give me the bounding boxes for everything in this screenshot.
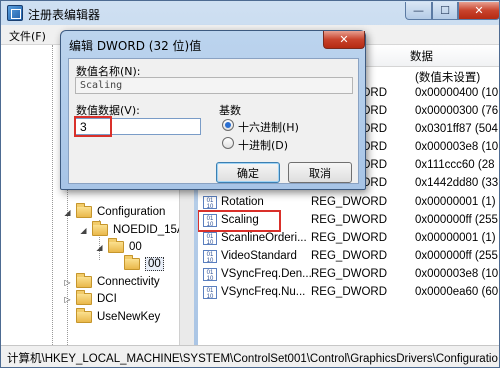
dialog-title: 编辑 DWORD (32 位)值 bbox=[69, 39, 202, 53]
hex-radio-label[interactable]: 十六进制(H) bbox=[238, 119, 299, 135]
collapse-icon[interactable]: ◢ bbox=[63, 208, 72, 217]
tree-item-label: NOEDID_15AI bbox=[113, 224, 188, 236]
registry-editor-icon bbox=[7, 5, 23, 21]
tree-item-connectivity[interactable]: ▷ Connectivity bbox=[63, 273, 160, 291]
value-name: VideoStandard bbox=[221, 250, 297, 262]
scaling-highlight-box bbox=[198, 210, 281, 232]
value-type: REG_DWORD bbox=[311, 250, 388, 262]
tree-item-label: DCI bbox=[97, 293, 117, 305]
value-data: 0x0301ff87 (504 bbox=[415, 123, 498, 135]
tree-item-configuration[interactable]: ◢ Configuration bbox=[63, 203, 165, 221]
collapse-icon[interactable]: ◢ bbox=[95, 243, 104, 252]
base-group-label: 基数 bbox=[219, 104, 241, 117]
value-type: REG_DWORD bbox=[311, 232, 388, 244]
folder-icon bbox=[76, 308, 92, 323]
value-data: 0x000000ff (255 bbox=[415, 214, 498, 226]
maximize-button[interactable]: ☐ bbox=[432, 2, 458, 20]
cancel-button[interactable]: 取消 bbox=[288, 162, 352, 183]
value-data: 0x00000001 (1) bbox=[415, 196, 496, 208]
title-bar[interactable]: 注册表编辑器 — ☐ ✕ bbox=[1, 1, 500, 25]
tree-item-label: Configuration bbox=[97, 206, 166, 218]
dword-value-icon: 01 10 bbox=[203, 286, 217, 300]
tree-item-usenewkey[interactable]: UseNewKey bbox=[76, 308, 160, 326]
dword-value-icon: 01 10 bbox=[203, 250, 217, 264]
value-data: 0x000003e8 (10 bbox=[415, 268, 499, 280]
column-header-data[interactable]: 数据 bbox=[404, 45, 499, 67]
expand-icon[interactable]: ▷ bbox=[63, 278, 72, 287]
tree-item-label: 00 bbox=[145, 257, 164, 271]
tree-item-noedid[interactable]: ◢ NOEDID_15AI bbox=[79, 221, 188, 239]
value-data: 0x00000300 (76 bbox=[415, 105, 499, 117]
close-button[interactable]: ✕ bbox=[458, 2, 500, 20]
folder-open-icon bbox=[124, 255, 140, 270]
folder-icon bbox=[76, 290, 92, 305]
tree-item-label: Connectivity bbox=[97, 276, 160, 288]
folder-icon bbox=[76, 273, 92, 288]
minimize-icon: — bbox=[413, 4, 424, 17]
menu-file[interactable]: 文件(F) bbox=[9, 28, 46, 44]
hex-radio[interactable] bbox=[222, 119, 234, 131]
minimize-button[interactable]: — bbox=[405, 2, 432, 20]
tree-item-label: 00 bbox=[129, 241, 142, 253]
tree-item-dci[interactable]: ▷ DCI bbox=[63, 290, 117, 308]
value-type: REG_DWORD bbox=[311, 196, 388, 208]
ok-button[interactable]: 确定 bbox=[216, 162, 280, 183]
value-data: 0x111ccc60 (28 bbox=[415, 159, 495, 171]
dword-value-icon: 01 10 bbox=[203, 196, 217, 210]
collapse-icon[interactable]: ◢ bbox=[79, 226, 88, 235]
dialog-close-button[interactable]: ✕ bbox=[323, 31, 365, 49]
value-name-field: Scaling bbox=[75, 77, 353, 94]
tree-item-00-selected[interactable]: 00 bbox=[124, 255, 164, 273]
value-data: 0x1442dd80 (33 bbox=[415, 177, 499, 189]
value-type: REG_DWORD bbox=[311, 268, 388, 280]
value-data: 0x00000400 (10 bbox=[415, 87, 499, 99]
folder-open-icon bbox=[92, 221, 108, 236]
status-bar-path: 计算机\HKEY_LOCAL_MACHINE\SYSTEM\ControlSet… bbox=[1, 345, 499, 367]
value-data: 0x000000ff (255 bbox=[415, 250, 498, 262]
data-input-highlight-box bbox=[74, 116, 112, 137]
folder-open-icon bbox=[108, 238, 124, 253]
dword-value-icon: 01 10 bbox=[203, 268, 217, 282]
close-icon: ✕ bbox=[474, 4, 484, 17]
value-row-vsync-num[interactable]: 01 10 VSyncFreq.Nu... REG_DWORD 0x0000ea6… bbox=[198, 284, 499, 302]
maximize-icon: ☐ bbox=[440, 4, 450, 17]
value-data: 0x00000001 (1) bbox=[415, 232, 496, 244]
dialog-body: 数值名称(N): Scaling 数值数据(V): 基数 十六进制(H) 十进制… bbox=[68, 58, 359, 184]
value-name: VSyncFreq.Den... bbox=[221, 268, 312, 280]
decimal-radio[interactable] bbox=[222, 137, 234, 149]
dword-value-icon: 01 10 bbox=[203, 232, 217, 246]
value-data: (数值未设置) bbox=[415, 72, 481, 84]
value-name: Rotation bbox=[221, 196, 264, 208]
value-row-vsync-den[interactable]: 01 10 VSyncFreq.Den... REG_DWORD 0x000003… bbox=[198, 266, 499, 284]
value-type: REG_DWORD bbox=[311, 286, 388, 298]
folder-open-icon bbox=[76, 203, 92, 218]
value-row-videostandard[interactable]: 01 10 VideoStandard REG_DWORD 0x000000ff … bbox=[198, 248, 499, 266]
close-icon: ✕ bbox=[339, 33, 349, 46]
tree-item-label: UseNewKey bbox=[97, 311, 161, 323]
value-row-scanline[interactable]: 01 10 ScanlineOrderi... REG_DWORD 0x00000… bbox=[198, 230, 499, 248]
value-name: VSyncFreq.Nu... bbox=[221, 286, 306, 298]
window-title: 注册表编辑器 bbox=[28, 8, 101, 22]
value-data: 0x000003e8 (10 bbox=[415, 141, 499, 153]
decimal-radio-label[interactable]: 十进制(D) bbox=[238, 137, 288, 153]
value-name: ScanlineOrderi... bbox=[221, 232, 307, 244]
value-data: 0x0000ea60 (60 bbox=[415, 286, 499, 298]
edit-dword-dialog: 编辑 DWORD (32 位)值 ✕ 数值名称(N): Scaling 数值数据… bbox=[60, 30, 366, 190]
tree-item-00[interactable]: ◢ 00 bbox=[95, 238, 142, 256]
expand-icon[interactable]: ▷ bbox=[63, 295, 72, 304]
tree-guide-line bbox=[52, 45, 53, 345]
value-type: REG_DWORD bbox=[311, 214, 388, 226]
